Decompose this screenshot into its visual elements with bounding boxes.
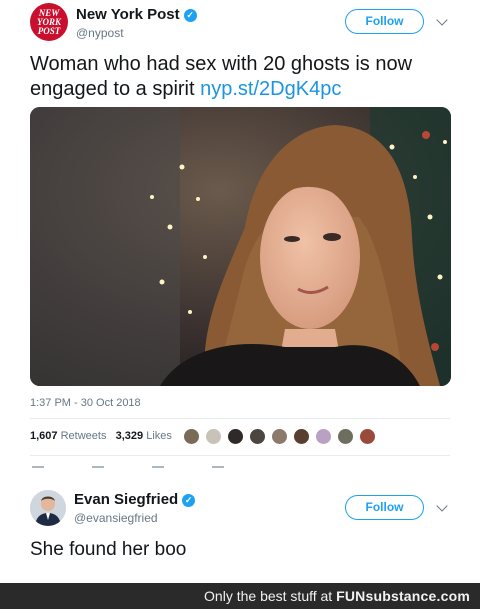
chevron-down-icon[interactable] (436, 500, 448, 512)
tweet-text-line-2-text: engaged to a spirit (30, 78, 195, 100)
verified-badge-icon: ✓ (183, 9, 197, 22)
liker-avatar[interactable] (359, 428, 376, 445)
like-icon[interactable] (152, 466, 164, 468)
reply-author-name-text: Evan Siegfried (74, 491, 179, 508)
retweet-icon[interactable] (92, 466, 104, 468)
verified-badge-icon: ✓ (182, 494, 196, 507)
watermark-brand[interactable]: FUNsubstance.com (336, 588, 470, 604)
retweets-count: 1,607 (30, 430, 58, 442)
avatar-illustration (30, 490, 66, 526)
likes-label: Likes (146, 430, 172, 442)
reply-icon[interactable] (32, 466, 44, 468)
retweets-stat[interactable]: 1,607 Retweets (30, 430, 106, 442)
message-icon[interactable] (212, 466, 224, 468)
watermark-banner: Only the best stuff at FUNsubstance.com (0, 583, 480, 609)
liker-avatar[interactable] (205, 428, 222, 445)
divider (30, 418, 450, 419)
liker-avatar[interactable] (249, 428, 266, 445)
cropped-action-bar (0, 462, 480, 470)
author-name-text: New York Post (76, 6, 180, 23)
tweet-link[interactable]: nyp.st/2DgK4pc (200, 78, 341, 100)
avatar-line-3: POST (37, 25, 61, 36)
follow-button[interactable]: Follow (345, 9, 424, 34)
watermark-prefix: Only the best stuff at (204, 588, 333, 604)
likes-stat[interactable]: 3,329 Likes (116, 430, 172, 442)
tweet-timestamp[interactable]: 1:37 PM - 30 Oct 2018 (30, 397, 141, 409)
chevron-down-icon[interactable] (436, 14, 448, 26)
reply-author-handle[interactable]: @evansiegfried (74, 511, 158, 525)
liker-avatars (183, 428, 381, 445)
nypost-avatar[interactable]: NEW YORK POST (30, 3, 68, 41)
reply-text: She found her boo (30, 539, 187, 560)
media-illustration (30, 107, 451, 386)
likes-count: 3,329 (115, 430, 144, 442)
liker-avatar[interactable] (183, 428, 200, 445)
liker-avatar[interactable] (337, 428, 354, 445)
follow-button[interactable]: Follow (345, 495, 424, 520)
divider (30, 455, 450, 456)
author-handle[interactable]: @nypost (76, 26, 124, 40)
liker-avatar[interactable] (315, 428, 332, 445)
evan-avatar[interactable] (30, 490, 66, 526)
reply-author-name[interactable]: Evan Siegfried ✓ (74, 491, 196, 508)
liker-avatar[interactable] (227, 428, 244, 445)
tweet-text-line-2: engaged to a spirit nyp.st/2DgK4pc (30, 77, 450, 102)
author-name[interactable]: New York Post ✓ (76, 6, 197, 23)
tweet-media-image[interactable] (30, 107, 451, 386)
tweet-stats: 1,607 Retweets 3,329 Likes (30, 430, 172, 442)
liker-avatar[interactable] (293, 428, 310, 445)
retweets-label: Retweets (60, 430, 107, 442)
tweet-text: Woman who had sex with 20 ghosts is now … (30, 52, 450, 102)
original-tweet: NEW YORK POST New York Post ✓ @nypost Fol… (0, 0, 480, 468)
tweet-text-line-1: Woman who had sex with 20 ghosts is now (30, 53, 413, 75)
liker-avatar[interactable] (271, 428, 288, 445)
